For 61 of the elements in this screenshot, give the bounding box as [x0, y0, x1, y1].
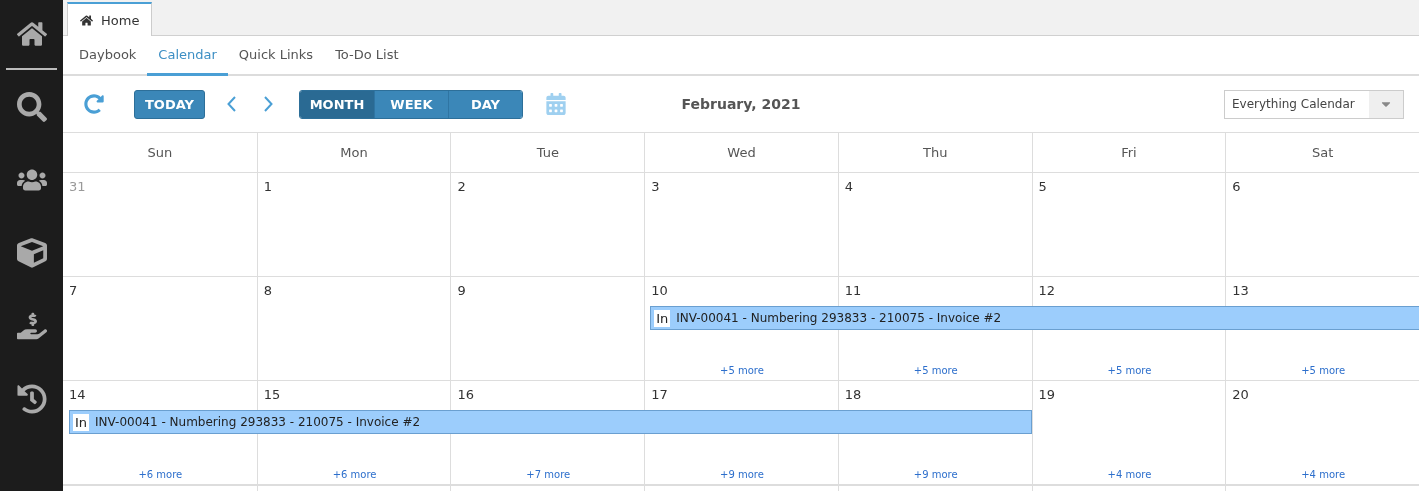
more-link[interactable]: +6 more: [332, 469, 377, 480]
date-number: 17: [651, 387, 668, 402]
home-icon: [80, 13, 93, 27]
date-number: 7: [69, 283, 78, 298]
home-icon: [16, 19, 47, 49]
date-number: 6: [1232, 179, 1241, 194]
date-number: 20: [1232, 387, 1249, 402]
chevron-right-icon: [263, 96, 273, 112]
date-number: 2: [457, 179, 466, 194]
month-title: February, 2021: [681, 96, 801, 112]
date-number: 5: [1038, 179, 1047, 194]
more-link[interactable]: +5 more: [1107, 365, 1152, 376]
event-title[interactable]: INV-00041 - Numbering 293833 - 210075 - Invoice #2: [676, 311, 1002, 325]
tab[interactable]: Quick Links: [227, 36, 325, 76]
date-number: 19: [1038, 387, 1056, 402]
more-link[interactable]: +5 more: [913, 365, 958, 376]
more-link[interactable]: +7 more: [526, 469, 571, 480]
calendar-select[interactable]: Everything Calendar: [1224, 89, 1404, 119]
date-number: 13: [1232, 283, 1249, 298]
history-icon: [16, 383, 47, 414]
weekday-header: Thu: [837, 133, 1032, 172]
date-number: 9: [457, 283, 466, 298]
more-link[interactable]: +5 more: [720, 365, 764, 376]
date-number: 14: [69, 387, 86, 402]
more-link[interactable]: +9 more: [913, 469, 958, 480]
tab[interactable]: Calendar: [147, 36, 228, 76]
date-number: 4: [844, 179, 854, 194]
date-number: 1: [263, 179, 272, 194]
weekday-header: Sun: [146, 144, 174, 162]
date-number: 12: [1038, 283, 1056, 298]
date-number: 10: [651, 283, 668, 298]
date-number: 18: [844, 387, 862, 402]
more-link[interactable]: +5 more: [1301, 365, 1346, 376]
weekday-header: Wed: [644, 133, 838, 172]
more-link[interactable]: +4 more: [1301, 469, 1346, 480]
cube-icon: [16, 237, 47, 268]
more-link[interactable]: +6 more: [138, 469, 183, 480]
weekday-header: Sat: [1225, 133, 1419, 172]
more-link[interactable]: +4 more: [1107, 469, 1152, 480]
weekday-header: Tue: [450, 133, 645, 172]
date-number: 11: [844, 283, 862, 298]
view-button[interactable]: DAY: [447, 90, 522, 118]
today-button[interactable]: TODAY: [134, 89, 205, 119]
date-number: 8: [263, 283, 272, 298]
hand-dollar-icon: [16, 310, 47, 341]
date-number: 16: [457, 387, 474, 402]
weekday-header: Fri: [1031, 133, 1226, 172]
date-number: 3: [651, 179, 660, 194]
search-icon: [16, 91, 47, 122]
view-button[interactable]: WEEK: [373, 90, 448, 118]
date-number: 15: [263, 387, 281, 402]
tab[interactable]: Daybook: [68, 36, 148, 76]
tab-label: Home: [101, 12, 140, 28]
weekday-header: Mon: [256, 133, 451, 172]
window-tab[interactable]: Home: [67, 2, 153, 36]
event-title[interactable]: INV-00041 - Numbering 293833 - 210075 - Invoice #2: [95, 415, 421, 429]
more-link[interactable]: +9 more: [720, 469, 764, 480]
date-number: 31: [69, 179, 86, 194]
chevron-left-icon: [226, 96, 236, 112]
tab[interactable]: To-Do List: [324, 36, 410, 76]
view-button[interactable]: MONTH: [299, 90, 374, 118]
